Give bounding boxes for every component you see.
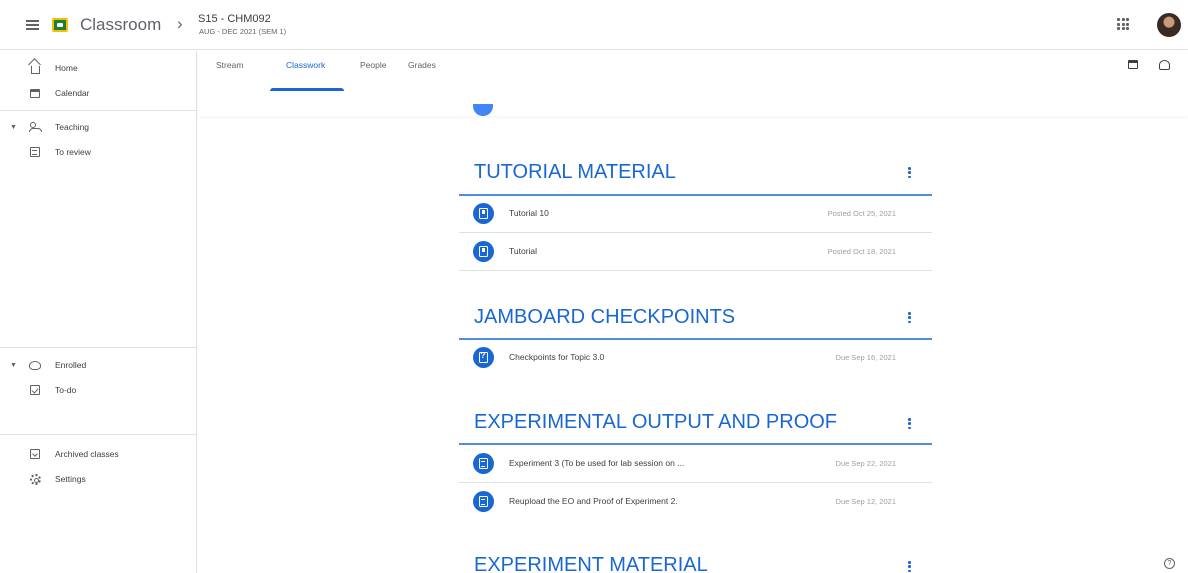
material-icon — [473, 241, 494, 262]
sidebar-item-archived[interactable]: Archived classes — [0, 442, 196, 466]
top-app-bar: Classroom › S15 - CHM092 AUG - DEC 2021 … — [0, 0, 1188, 50]
sidebar-item-label: Archived classes — [55, 449, 119, 459]
sidebar-divider — [0, 110, 196, 111]
calendar-icon — [29, 87, 41, 99]
class-term: AUG - DEC 2021 (SEM 1) — [199, 27, 287, 36]
tab-stream[interactable]: Stream — [216, 60, 243, 70]
sidebar-item-todo[interactable]: To-do — [0, 378, 196, 402]
item-title: Reupload the EO and Proof of Experiment … — [509, 496, 678, 506]
gear-icon — [29, 473, 41, 485]
sidebar-item-label: Enrolled — [55, 360, 87, 370]
assignment-icon — [473, 453, 494, 474]
item-title: Checkpoints for Topic 3.0 — [509, 352, 605, 362]
sidebar-item-settings[interactable]: Settings — [0, 467, 196, 491]
topic-title[interactable]: EXPERIMENTAL OUTPUT AND PROOF — [474, 411, 837, 434]
classroom-logo-icon[interactable] — [52, 18, 68, 32]
topic-title[interactable]: JAMBOARD CHECKPOINTS — [474, 306, 735, 329]
topic-header: JAMBOARD CHECKPOINTS — [459, 304, 932, 342]
sidebar-item-enrolled[interactable]: ▼ Enrolled — [0, 353, 196, 377]
sidebar-item-to-review[interactable]: To review — [0, 140, 196, 164]
app-name[interactable]: Classroom — [80, 15, 161, 35]
topic-header: EXPERIMENTAL OUTPUT AND PROOF — [459, 409, 932, 447]
expand-caret-icon[interactable]: ▼ — [10, 124, 17, 131]
item-date: Due Sep 12, 2021 — [835, 497, 896, 506]
tab-grades[interactable]: Grades — [408, 60, 436, 70]
assignment-icon — [473, 491, 494, 512]
sidebar-item-label: Home — [55, 63, 78, 73]
class-tabs: Stream Classwork People Grades — [198, 51, 1188, 116]
sidebar-item-label: To-do — [55, 385, 77, 395]
item-date: Posted Oct 25, 2021 — [827, 209, 896, 218]
active-tab-indicator — [270, 88, 344, 91]
list-item[interactable]: Tutorial 10 Posted Oct 25, 2021 — [459, 195, 932, 233]
todo-icon — [29, 384, 41, 396]
sidebar-divider — [0, 434, 196, 435]
help-icon[interactable]: ? — [1164, 558, 1175, 569]
sidebar-item-label: Teaching — [55, 122, 90, 132]
more-options-icon[interactable] — [908, 312, 912, 323]
item-title: Tutorial — [509, 246, 538, 256]
item-date: Posted Oct 18, 2021 — [827, 247, 896, 256]
sidebar-item-label: To review — [55, 147, 91, 157]
review-icon — [29, 146, 41, 158]
breadcrumb-separator-icon: › — [177, 14, 183, 33]
list-item[interactable]: Checkpoints for Topic 3.0 Due Sep 16, 20… — [459, 339, 932, 377]
teaching-people-icon — [29, 121, 42, 133]
sidebar-item-teaching[interactable]: ▼ Teaching — [0, 115, 196, 139]
topic-title[interactable]: TUTORIAL MATERIAL — [474, 161, 676, 184]
list-item[interactable]: Tutorial Posted Oct 18, 2021 — [459, 233, 932, 271]
sidebar-item-calendar[interactable]: Calendar — [0, 81, 196, 105]
sidebar-divider — [0, 347, 196, 348]
sidebar-item-label: Calendar — [55, 88, 90, 98]
topic-header: EXPERIMENT MATERIAL — [459, 551, 932, 573]
class-drive-folder-icon[interactable] — [1158, 59, 1170, 70]
more-options-icon[interactable] — [908, 418, 912, 429]
question-icon — [473, 347, 494, 368]
google-apps-icon[interactable] — [1117, 18, 1129, 30]
list-item[interactable]: Experiment 3 (To be used for lab session… — [459, 445, 932, 483]
expand-caret-icon[interactable]: ▼ — [10, 362, 17, 369]
graduation-cap-icon — [29, 359, 41, 371]
account-avatar[interactable] — [1157, 13, 1181, 37]
material-icon — [473, 203, 494, 224]
archive-icon — [29, 448, 41, 460]
tab-classwork[interactable]: Classwork — [286, 60, 325, 70]
item-date: Due Sep 16, 2021 — [835, 353, 896, 362]
topic-header: TUTORIAL MATERIAL — [459, 159, 932, 197]
sidebar: Home Calendar ▼ Teaching To review ▼ Enr… — [0, 51, 197, 573]
main-menu-icon[interactable] — [26, 20, 39, 30]
google-calendar-icon[interactable] — [1128, 60, 1138, 69]
item-title: Experiment 3 (To be used for lab session… — [509, 458, 685, 468]
tab-people[interactable]: People — [360, 60, 386, 70]
more-options-icon[interactable] — [908, 167, 912, 178]
item-date: Due Sep 22, 2021 — [835, 459, 896, 468]
sidebar-item-home[interactable]: Home — [0, 56, 196, 80]
sidebar-item-label: Settings — [55, 474, 86, 484]
item-title: Tutorial 10 — [509, 208, 549, 218]
topic-title[interactable]: EXPERIMENT MATERIAL — [474, 554, 708, 573]
list-item[interactable]: Reupload the EO and Proof of Experiment … — [459, 483, 932, 521]
home-icon — [29, 62, 41, 74]
class-name[interactable]: S15 - CHM092 — [198, 13, 271, 25]
more-options-icon[interactable] — [908, 561, 912, 572]
